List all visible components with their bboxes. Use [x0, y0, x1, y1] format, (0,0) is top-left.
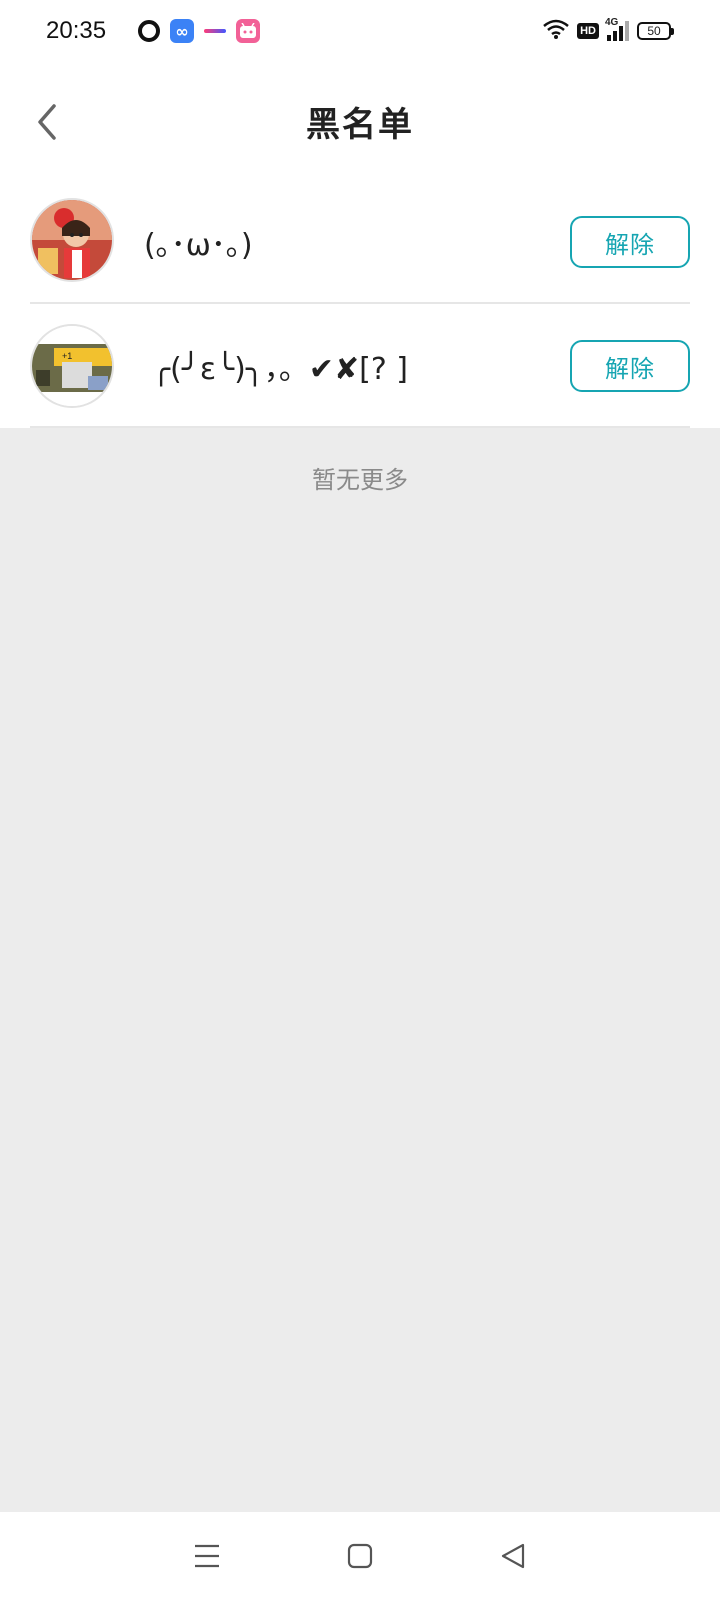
bilibili-app-icon [236, 19, 261, 43]
user-name: ╭(╯ε╰)╮，。✔✘[? ] [152, 352, 409, 387]
avatar[interactable]: +1 [30, 324, 114, 408]
q-app-icon [138, 20, 161, 42]
chevron-left-icon [38, 104, 56, 140]
status-app-icons: ∞ [138, 19, 261, 43]
back-button[interactable] [26, 94, 66, 150]
battery-icon: 50 [637, 22, 674, 40]
page-title: 黑名单 [306, 104, 414, 145]
user-name: (｡･ω･｡) [144, 228, 253, 263]
system-back-button[interactable] [488, 1531, 538, 1581]
signal-icon: 4G [605, 17, 629, 41]
header: 黑名单 [0, 62, 720, 180]
home-icon [347, 1543, 373, 1569]
hd-badge: HD [577, 23, 599, 39]
divider [30, 426, 690, 428]
wifi-icon [543, 19, 569, 44]
unblock-button[interactable]: 解除 [570, 216, 690, 268]
list-item: +1 ╭(╯ε╰)╮，。✔✘[? ] 解除 [0, 304, 720, 428]
list-item: (｡･ω･｡) 解除 [0, 180, 720, 304]
menu-icon [194, 1544, 219, 1568]
unblock-button[interactable]: 解除 [570, 340, 690, 392]
status-indicators: HD 4G 50 [543, 17, 674, 44]
status-bar: 20:35 ∞ HD 4G 50 [0, 0, 720, 62]
system-navigation-bar [0, 1512, 720, 1600]
infinity-app-icon: ∞ [170, 19, 195, 43]
battery-level: 50 [637, 22, 671, 40]
blocked-user-list: (｡･ω･｡) 解除 +1 ╭(╯ε╰)╮，。✔✘[? ] 解除 [0, 180, 720, 428]
home-button[interactable] [335, 1531, 385, 1581]
status-time: 20:35 [46, 17, 107, 44]
no-more-text: 暂无更多 [312, 466, 408, 494]
back-icon [502, 1543, 525, 1569]
svg-text:+1: +1 [62, 351, 72, 361]
menu-button[interactable] [182, 1531, 232, 1581]
dash-app-icon [204, 29, 227, 33]
avatar[interactable] [30, 198, 114, 282]
network-type: 4G [605, 17, 619, 28]
